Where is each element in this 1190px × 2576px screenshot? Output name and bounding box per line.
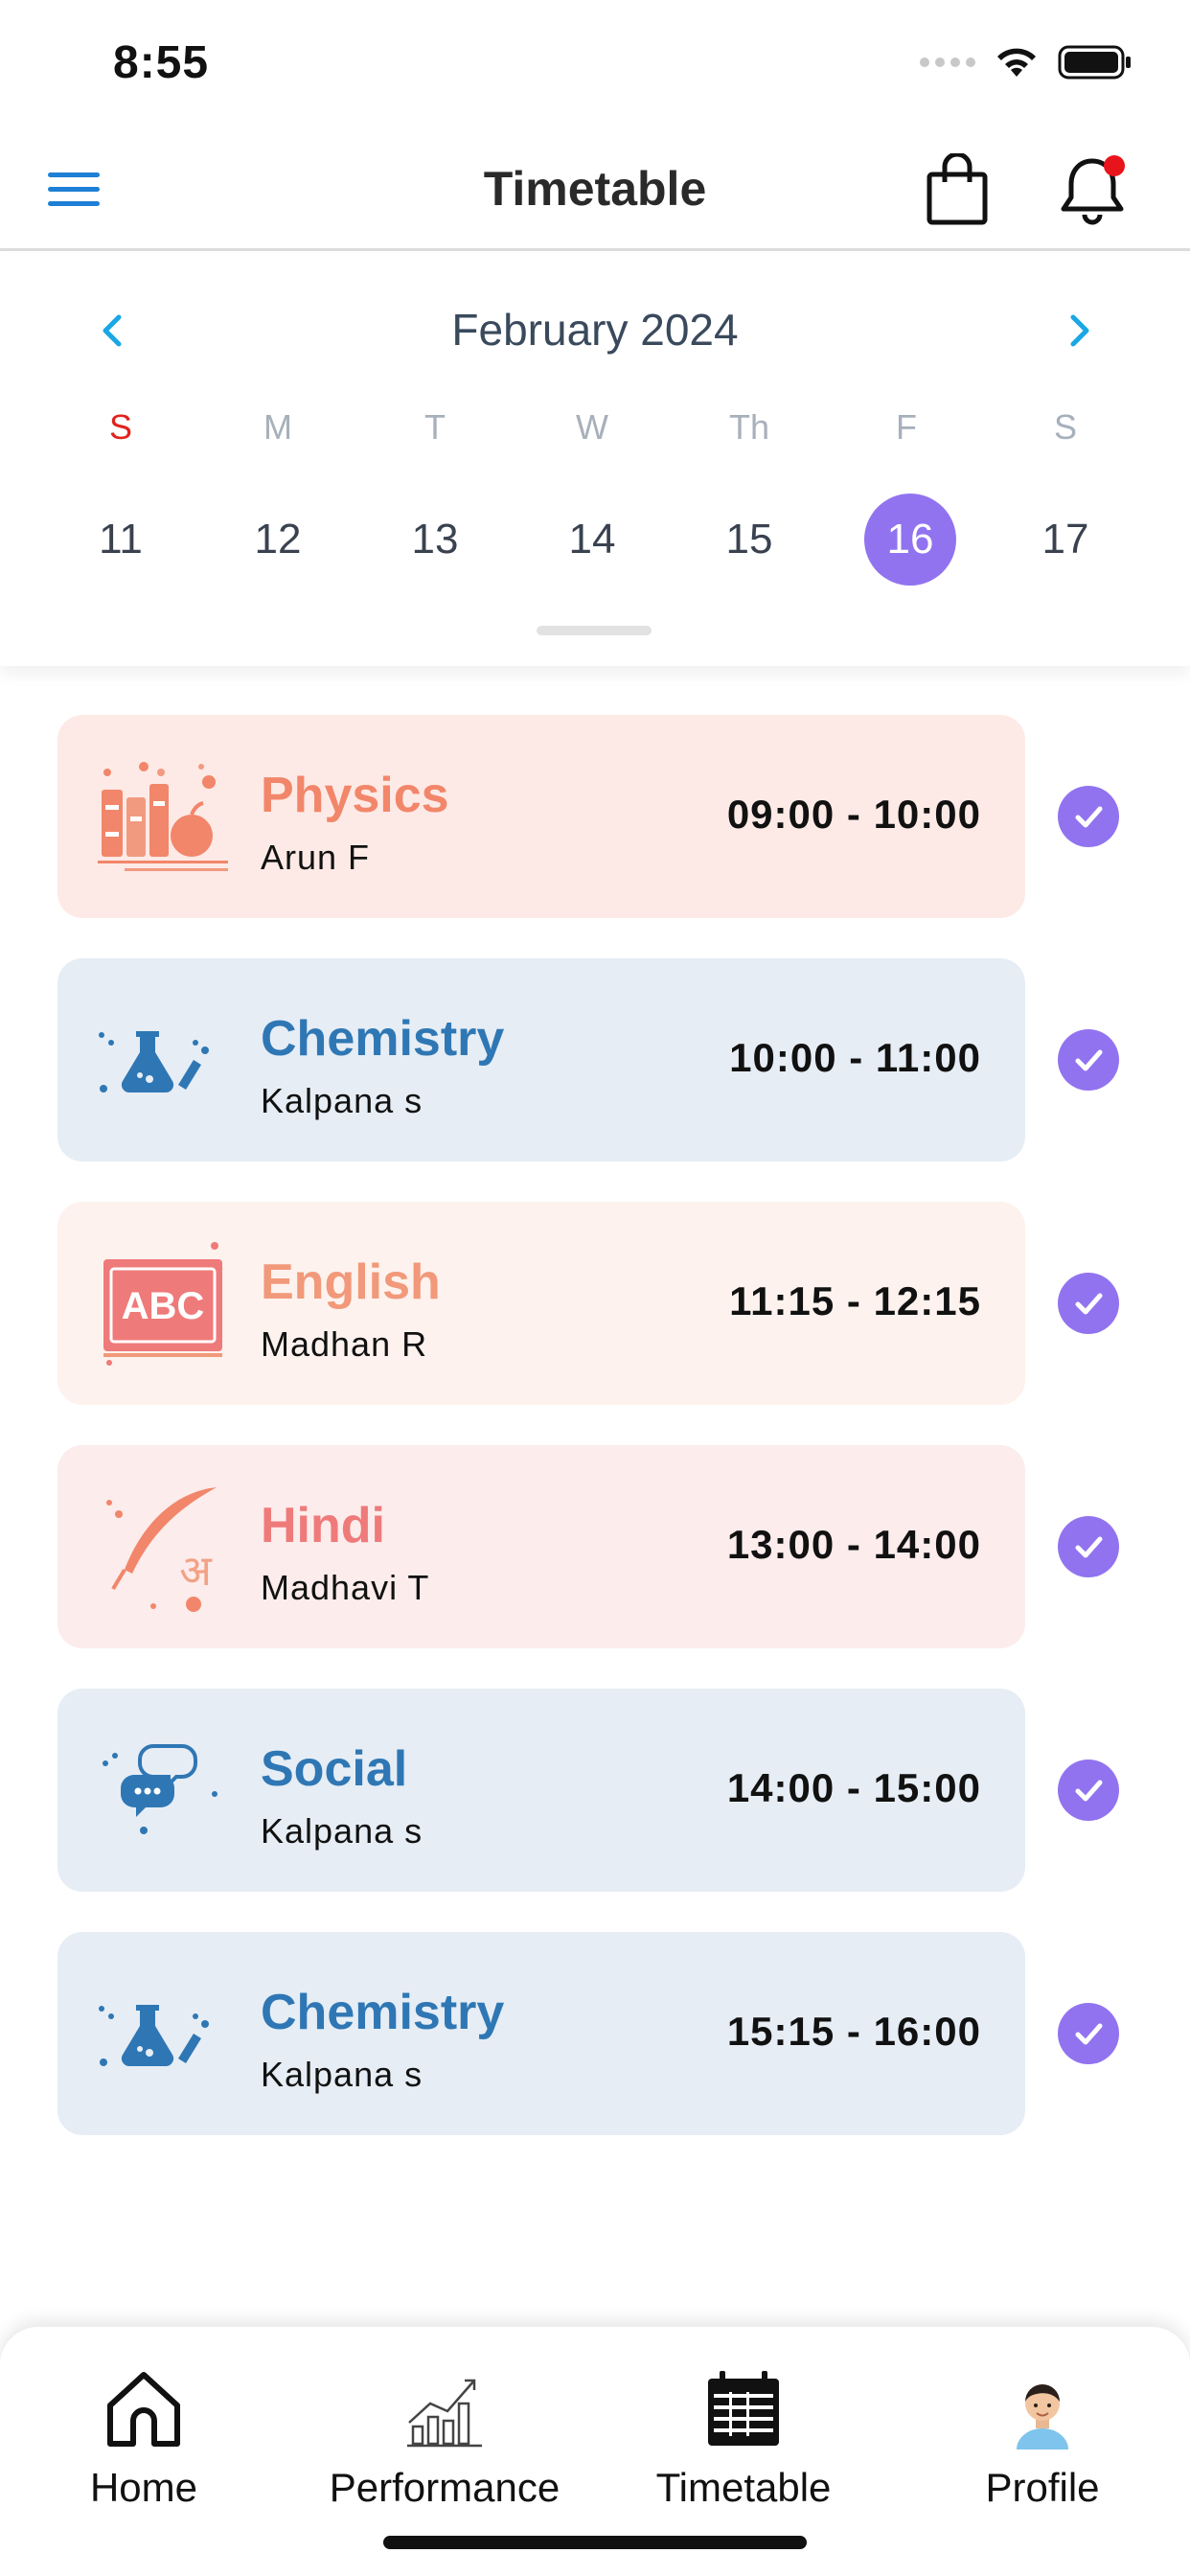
subject-name: Social xyxy=(261,1741,408,1797)
chart-growth-icon xyxy=(407,2379,482,2448)
date-cell[interactable]: 12 xyxy=(232,494,324,586)
abc-board-icon: ABC xyxy=(96,1236,230,1370)
lesson-time: 14:00 - 15:00 xyxy=(726,1765,981,1810)
avatar-icon xyxy=(1002,2368,1083,2450)
weekday-label: W xyxy=(576,407,608,447)
date-cell-selected[interactable]: 16 xyxy=(864,494,956,586)
teacher-name: Madhavi T xyxy=(261,1568,430,1607)
lesson-time: 09:00 - 10:00 xyxy=(726,792,981,837)
completed-check-button[interactable] xyxy=(1058,1273,1119,1334)
battery-icon xyxy=(1058,45,1131,80)
teacher-name: Kalpana s xyxy=(261,1811,423,1851)
date-cell[interactable]: 15 xyxy=(703,494,795,586)
lesson-row: Chemistry Kalpana s 10:00 - 11:00 xyxy=(0,958,1190,1162)
lesson-time: 15:15 - 16:00 xyxy=(726,2009,981,2054)
date-cell[interactable]: 17 xyxy=(1019,494,1111,586)
status-bar: 8:55 xyxy=(0,0,1190,125)
lesson-card-english[interactable]: ABC English Madhan R 11:15 - 12:15 xyxy=(57,1202,1025,1405)
page-title: Timetable xyxy=(483,162,707,216)
lesson-card-hindi[interactable]: अ Hindi Madhavi T 13:00 - 14:00 xyxy=(57,1445,1025,1648)
teacher-name: Madhan R xyxy=(261,1324,428,1364)
month-navigator: February 2024 xyxy=(0,290,1190,367)
lesson-time: 11:15 - 12:15 xyxy=(729,1278,981,1323)
completed-check-button[interactable] xyxy=(1058,1516,1119,1577)
status-icons xyxy=(920,44,1133,80)
quill-hindi-icon: अ xyxy=(96,1480,230,1614)
checkmark-icon xyxy=(1075,1536,1103,1558)
subject-name: English xyxy=(261,1254,441,1310)
tab-label: Profile xyxy=(985,2465,1100,2510)
lesson-row: ABC English Madhan R 11:15 - 12:15 xyxy=(0,1202,1190,1405)
tab-performance[interactable]: Performance xyxy=(301,2365,588,2528)
tab-label: Home xyxy=(89,2465,198,2510)
checkmark-icon xyxy=(1075,806,1103,828)
svg-text:ABC: ABC xyxy=(122,1285,205,1327)
lesson-card-physics[interactable]: Physics Arun F 09:00 - 10:00 xyxy=(57,715,1025,918)
calendar-drag-handle[interactable] xyxy=(537,626,652,635)
weekday-label: Th xyxy=(728,407,769,447)
date-cell[interactable]: 14 xyxy=(546,494,638,586)
shop-bag-button[interactable] xyxy=(926,151,989,226)
lesson-card-chemistry[interactable]: Chemistry Kalpana s 15:15 - 16:00 xyxy=(57,1932,1025,2135)
status-time: 8:55 xyxy=(113,37,210,88)
checkmark-icon xyxy=(1075,1049,1103,1071)
weekday-label: T xyxy=(424,407,446,447)
lesson-time: 13:00 - 14:00 xyxy=(726,1522,981,1567)
cellular-signal-icon xyxy=(920,58,975,67)
shopping-bag-icon xyxy=(927,151,988,225)
completed-check-button[interactable] xyxy=(1058,2003,1119,2064)
tab-label: Timetable xyxy=(655,2465,832,2510)
subject-name: Chemistry xyxy=(261,1985,505,2040)
flask-icon xyxy=(96,1966,230,2101)
week-calendar: February 2024 S M T W Th F S 11 12 13 14… xyxy=(0,254,1190,666)
notification-badge xyxy=(1104,155,1125,176)
weekday-label: S xyxy=(1053,407,1077,447)
lesson-time: 10:00 - 11:00 xyxy=(729,1035,981,1080)
lesson-row: Social Kalpana s 14:00 - 15:00 xyxy=(0,1689,1190,1892)
chat-bubbles-icon xyxy=(96,1723,230,1857)
home-icon xyxy=(107,2372,180,2447)
completed-check-button[interactable] xyxy=(1058,786,1119,847)
notifications-button[interactable] xyxy=(1054,153,1131,230)
weekday-label: F xyxy=(896,407,917,447)
teacher-name: Kalpana s xyxy=(261,2055,423,2094)
weekday-label: S xyxy=(108,407,132,447)
tab-label: Performance xyxy=(329,2465,561,2510)
svg-text:अ: अ xyxy=(179,1547,213,1596)
teacher-name: Arun F xyxy=(261,838,371,877)
lesson-row: Chemistry Kalpana s 15:15 - 16:00 xyxy=(0,1932,1190,2135)
month-label: February 2024 xyxy=(451,305,739,355)
wifi-icon xyxy=(997,48,1036,77)
weekday-label: M xyxy=(263,407,292,447)
subject-name: Hindi xyxy=(261,1498,385,1553)
completed-check-button[interactable] xyxy=(1058,1029,1119,1091)
subject-name: Chemistry xyxy=(261,1011,505,1067)
checkmark-icon xyxy=(1075,1780,1103,1802)
tab-home[interactable]: Home xyxy=(0,2365,287,2528)
date-cell[interactable]: 11 xyxy=(75,494,167,586)
tab-profile[interactable]: Profile xyxy=(899,2365,1186,2528)
lesson-row: अ Hindi Madhavi T 13:00 - 14:00 xyxy=(0,1445,1190,1648)
subject-name: Physics xyxy=(261,768,449,823)
completed-check-button[interactable] xyxy=(1058,1760,1119,1821)
next-week-button[interactable] xyxy=(1050,302,1108,359)
chevron-right-icon xyxy=(1070,314,1089,347)
books-apple-icon xyxy=(96,749,230,884)
lesson-card-chemistry[interactable]: Chemistry Kalpana s 10:00 - 11:00 xyxy=(57,958,1025,1162)
lesson-row: Physics Arun F 09:00 - 10:00 xyxy=(0,715,1190,918)
tab-timetable[interactable]: Timetable xyxy=(600,2365,887,2528)
checkmark-icon xyxy=(1075,1293,1103,1315)
flask-icon xyxy=(96,993,230,1127)
date-cell[interactable]: 13 xyxy=(389,494,481,586)
calendar-icon xyxy=(708,2371,779,2446)
checkmark-icon xyxy=(1075,2023,1103,2045)
lesson-card-social[interactable]: Social Kalpana s 14:00 - 15:00 xyxy=(57,1689,1025,1892)
teacher-name: Kalpana s xyxy=(261,1081,423,1120)
app-header: Timetable xyxy=(0,125,1190,251)
home-indicator xyxy=(383,2536,807,2549)
